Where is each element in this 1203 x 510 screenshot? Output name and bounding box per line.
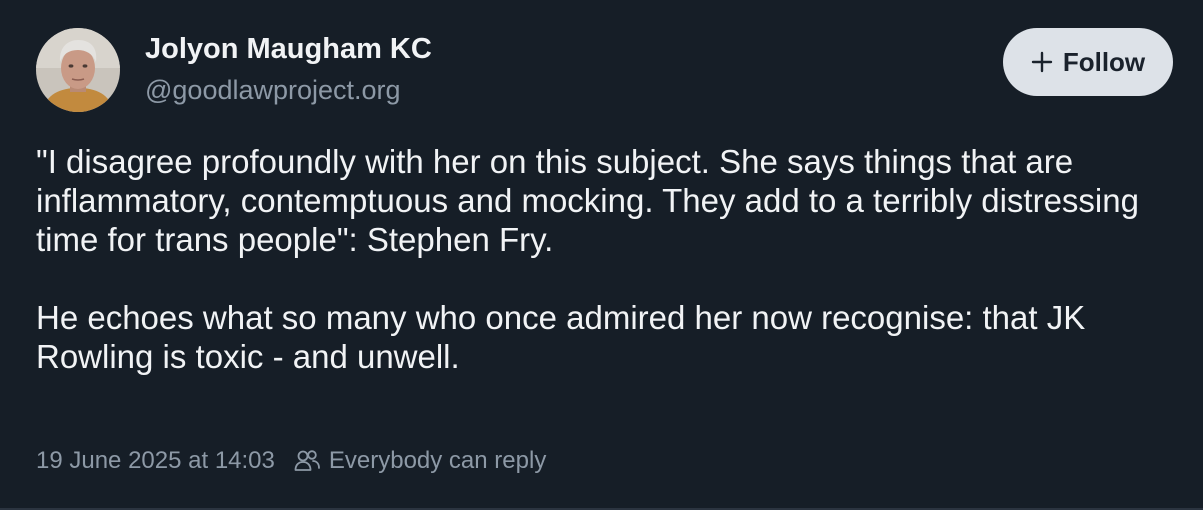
author-display-name[interactable]: Jolyon Maugham KC: [145, 31, 432, 67]
post-paragraph: He echoes what so many who once admired …: [36, 299, 1086, 375]
post: Jolyon Maugham KC @goodlawproject.org Fo…: [0, 0, 1203, 510]
follow-button-label: Follow: [1062, 46, 1146, 77]
follow-button[interactable]: Follow: [1003, 28, 1173, 96]
plus-icon: [1031, 51, 1053, 73]
post-timestamp[interactable]: 19 June 2025 at 14:03: [36, 447, 275, 475]
post-text: "I disagree profoundly with her on this …: [36, 142, 1176, 376]
post-paragraph: "I disagree profoundly with her on this …: [36, 143, 1139, 258]
author-avatar[interactable]: [36, 28, 120, 112]
people-icon: [294, 450, 320, 471]
author-handle[interactable]: @goodlawproject.org: [145, 73, 432, 107]
author-info: Jolyon Maugham KC @goodlawproject.org: [145, 31, 432, 107]
post-meta: 19 June 2025 at 14:03 Everybody can repl…: [36, 447, 546, 475]
reply-setting[interactable]: Everybody can reply: [329, 447, 546, 475]
avatar-photo-icon: [36, 28, 120, 112]
